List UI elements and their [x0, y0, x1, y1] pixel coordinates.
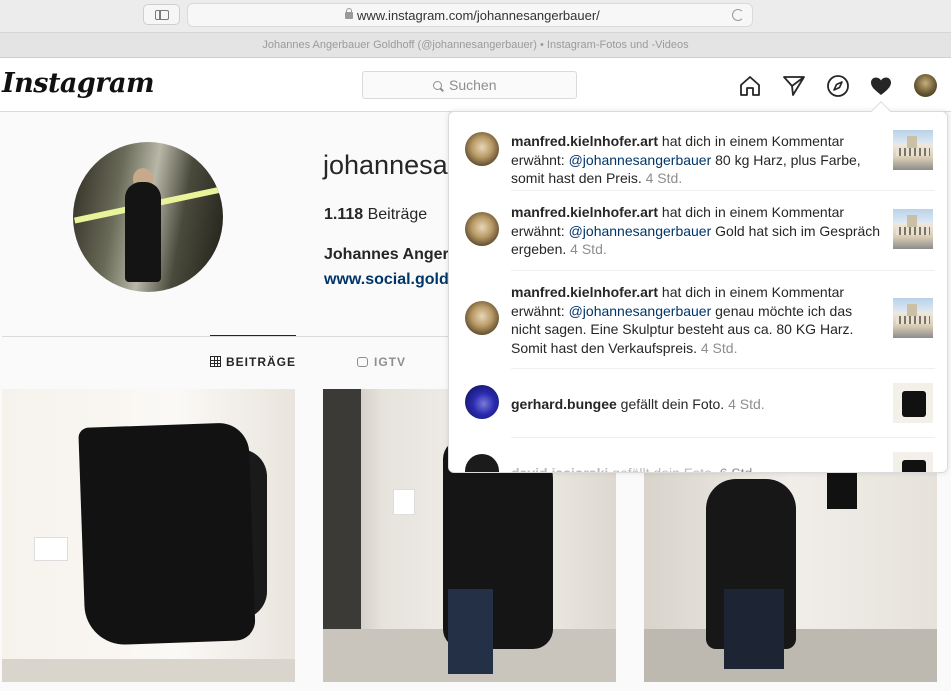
photo-detail: [393, 489, 415, 515]
notification-user[interactable]: gerhard.bungee: [511, 396, 617, 412]
divider: [511, 368, 935, 369]
mention-link[interactable]: @johannesangerbauer: [569, 152, 712, 168]
home-icon[interactable]: [738, 74, 762, 98]
browser-tab[interactable]: Johannes Angerbauer Goldhoff (@johannesa…: [0, 33, 951, 58]
post-thumbnail[interactable]: [893, 130, 933, 170]
photo-detail: [827, 469, 857, 509]
photo-detail: [125, 182, 161, 282]
avatar[interactable]: [465, 301, 499, 335]
post-thumbnail[interactable]: [2, 389, 295, 682]
avatar[interactable]: [465, 454, 499, 472]
post-thumbnail[interactable]: [893, 209, 933, 249]
lock-icon: [345, 8, 353, 19]
instagram-logo[interactable]: Instagram: [2, 68, 155, 99]
notification-user[interactable]: david.jasiorski: [511, 465, 608, 472]
address-bar[interactable]: www.instagram.com/johannesangerbauer/: [187, 3, 753, 27]
notification-text: manfred.kielnhofer.art hat dich in einem…: [511, 203, 881, 259]
reload-icon[interactable]: [732, 9, 744, 21]
mention-link[interactable]: @johannesangerbauer: [569, 223, 712, 239]
mention-link[interactable]: @johannesangerbauer: [569, 303, 712, 319]
photo-detail: [78, 422, 256, 646]
post-thumbnail[interactable]: [893, 452, 933, 472]
sidebar-icon: [155, 10, 169, 20]
posts-count-label: Beiträge: [367, 206, 428, 223]
profile-full-name: Johannes Anger: [324, 246, 449, 263]
photo-detail: [34, 537, 68, 561]
notification-message: gefällt dein Foto.: [616, 396, 729, 412]
active-tab-indicator: [210, 335, 296, 336]
profile-username: johannesar: [323, 150, 457, 180]
notification-item[interactable]: david.jasiorski gefällt dein Foto. 6 Std…: [463, 448, 935, 473]
activity-heart-icon[interactable]: [869, 74, 893, 98]
notification-time: 4 Std.: [700, 339, 738, 356]
notification-text: manfred.kielnhofer.art hat dich in einem…: [511, 283, 881, 357]
tab-posts-label: BEITRÄGE: [226, 355, 297, 369]
tab-igtv-label: IGTV: [374, 355, 407, 369]
search-icon: [433, 81, 442, 90]
notification-item[interactable]: manfred.kielnhofer.art hat dich in einem…: [463, 122, 935, 192]
divider: [511, 437, 935, 438]
post-thumbnail[interactable]: [893, 383, 933, 423]
avatar[interactable]: [465, 132, 499, 166]
notification-text: manfred.kielnhofer.art hat dich in einem…: [511, 132, 881, 188]
activity-dropdown: manfred.kielnhofer.art hat dich in einem…: [448, 111, 948, 473]
post-thumbnail[interactable]: [893, 298, 933, 338]
notification-user[interactable]: manfred.kielnhofer.art: [511, 133, 658, 149]
notification-text: david.jasiorski gefällt dein Foto. 6 Std…: [511, 464, 881, 473]
notification-time: 6 Std.: [719, 465, 757, 473]
direct-icon[interactable]: [782, 74, 806, 98]
notification-time: 4 Std.: [645, 170, 683, 186]
notification-message: gefällt dein Foto.: [608, 465, 720, 473]
tab-title: Johannes Angerbauer Goldhoff (@johannesa…: [262, 39, 689, 51]
url-text[interactable]: www.instagram.com/johannesangerbauer/: [357, 8, 600, 23]
search-placeholder: Suchen: [449, 77, 497, 93]
avatar[interactable]: [465, 212, 499, 246]
search-input[interactable]: Suchen: [362, 71, 577, 99]
tab-igtv[interactable]: IGTV: [357, 355, 406, 369]
divider: [511, 270, 935, 271]
photo-detail: [724, 589, 784, 669]
tab-posts[interactable]: BEITRÄGE: [210, 355, 296, 369]
notification-time: 4 Std.: [570, 241, 607, 257]
sidebar-toggle-button[interactable]: [143, 4, 180, 25]
igtv-icon: [357, 357, 368, 367]
posts-count-value: 1.118: [324, 206, 364, 223]
notification-user[interactable]: manfred.kielnhofer.art: [511, 284, 658, 300]
photo-detail: [448, 589, 493, 674]
divider: [511, 190, 935, 191]
photo-detail: [2, 659, 295, 682]
notification-time: 4 Std.: [728, 396, 765, 412]
grid-icon: [210, 356, 221, 367]
notification-user[interactable]: manfred.kielnhofer.art: [511, 204, 658, 220]
notification-text: gerhard.bungee gefällt dein Foto. 4 Std.: [511, 395, 881, 414]
profile-website-link[interactable]: www.social.gold: [324, 271, 449, 289]
notification-item[interactable]: manfred.kielnhofer.art hat dich in einem…: [463, 282, 935, 372]
browser-toolbar: www.instagram.com/johannesangerbauer/: [0, 0, 951, 33]
posts-count: 1.118 Beiträge: [324, 206, 427, 224]
profile-picture[interactable]: [73, 142, 223, 292]
notification-item[interactable]: manfred.kielnhofer.art hat dich in einem…: [463, 202, 935, 272]
avatar[interactable]: [465, 385, 499, 419]
notification-item[interactable]: gerhard.bungee gefällt dein Foto. 4 Std.: [463, 380, 935, 440]
ig-header: Instagram Suchen: [0, 58, 951, 112]
explore-icon[interactable]: [826, 74, 850, 98]
profile-avatar[interactable]: [914, 74, 937, 97]
